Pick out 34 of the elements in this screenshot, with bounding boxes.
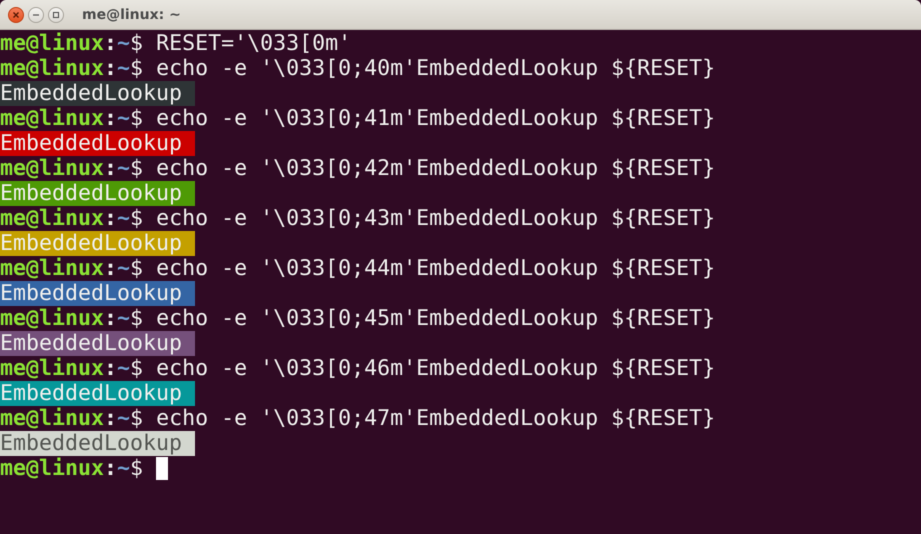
- maximize-button[interactable]: [48, 6, 64, 22]
- command-text: echo -e '\033[0;43m'EmbeddedLookup ${RESET}: [156, 206, 716, 231]
- minimize-button[interactable]: [28, 6, 44, 22]
- output-text: EmbeddedLookup: [0, 181, 196, 206]
- prompt: me@linux:~$: [0, 31, 144, 56]
- output-text: EmbeddedLookup: [0, 281, 196, 306]
- output-text: EmbeddedLookup: [0, 381, 196, 406]
- window-title: me@linux: ~: [82, 6, 181, 22]
- prompt: me@linux:~$: [0, 406, 144, 431]
- prompt: me@linux:~$: [0, 356, 144, 381]
- prompt: me@linux:~$: [0, 156, 144, 181]
- command-text: echo -e '\033[0;42m'EmbeddedLookup ${RESET}: [156, 156, 716, 181]
- prompt: me@linux:~$: [0, 106, 144, 131]
- output-text: EmbeddedLookup: [0, 431, 196, 456]
- cursor: [156, 457, 168, 480]
- output-text: EmbeddedLookup: [0, 331, 196, 356]
- command-text: echo -e '\033[0;47m'EmbeddedLookup ${RESET}: [156, 406, 716, 431]
- prompt: me@linux:~$: [0, 256, 144, 281]
- command-text: RESET='\033[0m': [156, 31, 352, 56]
- prompt: me@linux:~$: [0, 456, 144, 481]
- close-button[interactable]: [8, 6, 24, 22]
- output-text: EmbeddedLookup: [0, 231, 196, 256]
- maximize-icon: [52, 10, 60, 18]
- output-text: EmbeddedLookup: [0, 81, 196, 106]
- command-text: echo -e '\033[0;44m'EmbeddedLookup ${RESET}: [156, 256, 716, 281]
- command-text: echo -e '\033[0;46m'EmbeddedLookup ${RESET}: [156, 356, 716, 381]
- command-text: echo -e '\033[0;41m'EmbeddedLookup ${RESET}: [156, 106, 716, 131]
- command-text: echo -e '\033[0;40m'EmbeddedLookup ${RESET}: [156, 56, 716, 81]
- prompt: me@linux:~$: [0, 306, 144, 331]
- prompt: me@linux:~$: [0, 56, 144, 81]
- command-text: echo -e '\033[0;45m'EmbeddedLookup ${RESET}: [156, 306, 716, 331]
- close-icon: [12, 10, 20, 18]
- prompt: me@linux:~$: [0, 206, 144, 231]
- output-text: EmbeddedLookup: [0, 131, 196, 156]
